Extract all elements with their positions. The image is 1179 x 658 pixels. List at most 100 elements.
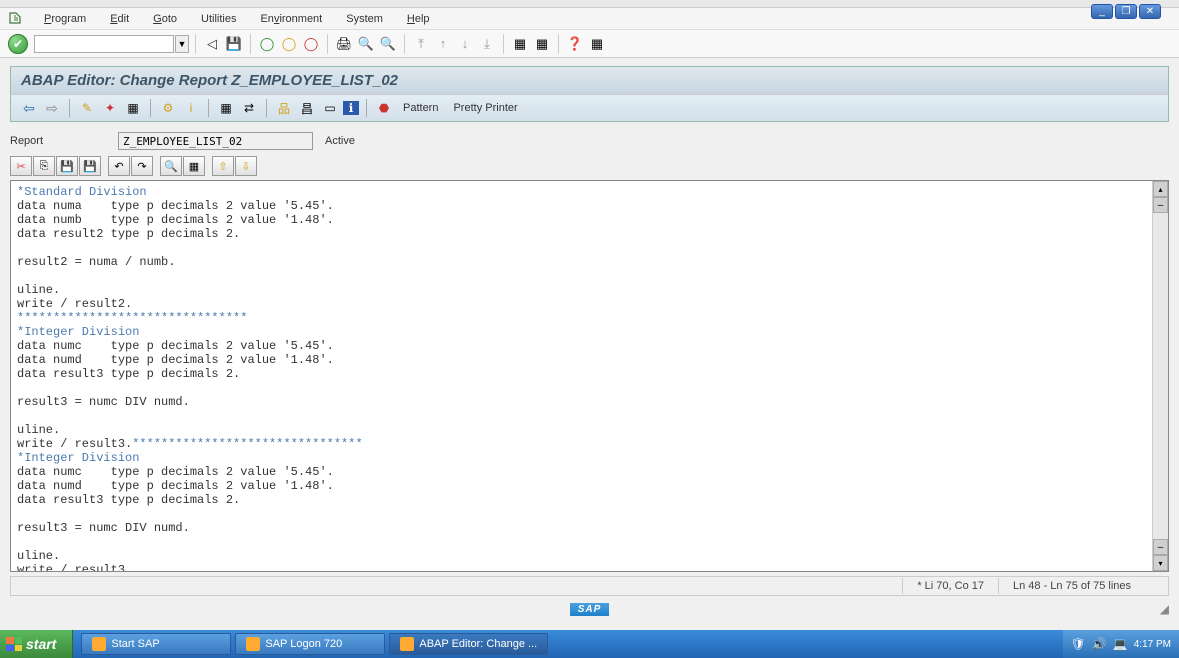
vertical-scrollbar[interactable]: ▴ – – ▾ — [1152, 181, 1168, 571]
code-editor[interactable]: *Standard Division data numa type p deci… — [10, 180, 1169, 572]
command-field[interactable] — [34, 35, 174, 53]
toolbar-separator — [195, 34, 196, 54]
copy-icon[interactable]: ⎘ — [33, 156, 55, 176]
main-toolbar: ✔ ▼ ◁ 💾 ◯ ◯ ◯ 🖨 🔍 🔍 ⤒ ↑ ↓ ⤓ ▦ ▦ ❓ ▦ — [0, 30, 1179, 58]
pattern-button[interactable]: Pattern — [397, 100, 444, 116]
toolbar-separator — [404, 34, 405, 54]
task-app-icon — [246, 637, 260, 651]
undo-icon[interactable]: ↶ — [108, 156, 130, 176]
toolbar-separator — [208, 99, 209, 117]
cut-icon[interactable]: ✂ — [10, 156, 32, 176]
next-page-icon[interactable]: ↓ — [455, 34, 475, 54]
redo-icon[interactable]: ↷ — [131, 156, 153, 176]
tray-sound-icon[interactable]: 🔊 — [1092, 637, 1107, 651]
task-app-icon — [400, 637, 414, 651]
toolbar-separator — [150, 99, 151, 117]
toolbar-separator — [266, 99, 267, 117]
task-label: SAP Logon 720 — [265, 638, 342, 650]
restore-button[interactable]: ❐ — [1115, 4, 1137, 19]
windows-taskbar: start Start SAP SAP Logon 720 ABAP Editor:… — [0, 630, 1179, 658]
toolbar-separator — [69, 99, 70, 117]
breakpoint-icon[interactable]: ⬣ — [374, 99, 394, 117]
enhance-icon[interactable]: ⇄ — [239, 99, 259, 117]
menu-program[interactable]: Program — [32, 11, 98, 27]
help-icon[interactable]: ❓ — [565, 34, 585, 54]
taskbar-item[interactable]: SAP Logon 720 — [235, 633, 385, 655]
resize-grip-icon[interactable]: ◢ — [1160, 602, 1169, 616]
scroll-track[interactable] — [1153, 213, 1168, 539]
exit-icon[interactable]: ◯ — [279, 34, 299, 54]
taskbar-item[interactable]: ABAP Editor: Change ... — [389, 633, 548, 655]
command-dropdown-icon[interactable]: ▼ — [175, 35, 189, 53]
nav-forward-icon[interactable]: ⇨ — [42, 99, 62, 117]
page-title: ABAP Editor: Change Report Z_EMPLOYEE_LI… — [21, 72, 1158, 89]
nav-back-icon[interactable]: ⇦ — [19, 99, 39, 117]
last-page-icon[interactable]: ⤓ — [477, 34, 497, 54]
report-row: Report Active — [10, 132, 1169, 150]
line-range: Ln 48 - Ln 75 of 75 lines — [998, 578, 1168, 594]
other-object-icon[interactable]: ▦ — [216, 99, 236, 117]
taskbar-item[interactable]: Start SAP — [81, 633, 231, 655]
find-next-icon[interactable]: 🔍 — [378, 34, 398, 54]
bookmark-icon[interactable]: ▦ — [183, 156, 205, 176]
pretty-printer-button[interactable]: Pretty Printer — [447, 100, 523, 116]
footer-bar: SAP ◢ — [10, 600, 1169, 618]
toolbar-separator — [327, 34, 328, 54]
window-icon[interactable]: ▭ — [320, 99, 340, 117]
report-label: Report — [10, 135, 110, 147]
menu-environment[interactable]: Environment — [248, 11, 334, 27]
scroll-stop-down-icon[interactable]: – — [1153, 539, 1168, 555]
menu-help[interactable]: Help — [395, 11, 442, 27]
back-green-icon[interactable]: ◯ — [257, 34, 277, 54]
first-page-icon[interactable]: ⤒ — [411, 34, 431, 54]
paste-icon[interactable]: 💾 — [56, 156, 78, 176]
screen-icon[interactable]: 昌 — [297, 99, 317, 117]
prev-page-icon[interactable]: ↑ — [433, 34, 453, 54]
menu-bar: Program Edit Goto Utilities Environment … — [0, 8, 1179, 30]
editor-toolbar: ✂ ⎘ 💾 💾 ↶ ↷ 🔍 ▦ ⇧ ⇩ — [10, 154, 1169, 178]
scroll-up-icon[interactable]: ▴ — [1153, 181, 1168, 197]
system-tray[interactable]: 🛡 🔊 💻 4:17 PM — [1063, 630, 1179, 658]
sap-logo: SAP — [570, 603, 610, 616]
hierarchy-icon[interactable]: 品 — [274, 99, 294, 117]
tray-network-icon[interactable]: 💻 — [1113, 637, 1128, 651]
windows-flag-icon — [6, 637, 22, 651]
clipboard-icon[interactable]: 💾 — [79, 156, 101, 176]
layout-icon[interactable]: ▦ — [587, 34, 607, 54]
task-app-icon — [92, 637, 106, 651]
start-button[interactable]: start — [0, 630, 73, 658]
print-icon[interactable]: 🖨 — [334, 34, 354, 54]
code-area[interactable]: *Standard Division data numa type p deci… — [11, 181, 1152, 571]
menu-goto[interactable]: Goto — [141, 11, 189, 27]
info-icon[interactable]: ℹ — [343, 101, 359, 115]
menu-edit[interactable]: Edit — [98, 11, 141, 27]
report-status: Active — [325, 135, 355, 147]
test-icon[interactable]: ▦ — [123, 99, 143, 117]
enter-button[interactable]: ✔ — [8, 34, 28, 54]
shortcut-icon[interactable]: ▦ — [532, 34, 552, 54]
check-icon[interactable]: ✎ — [77, 99, 97, 117]
menu-system[interactable]: System — [334, 11, 395, 27]
find-icon[interactable]: 🔍 — [160, 156, 182, 176]
upload-icon[interactable]: ⇧ — [212, 156, 234, 176]
save-icon[interactable]: 💾 — [224, 34, 244, 54]
index-icon[interactable]: i — [181, 99, 201, 117]
tray-clock[interactable]: 4:17 PM — [1134, 639, 1171, 650]
download-icon[interactable]: ⇩ — [235, 156, 257, 176]
scroll-down-icon[interactable]: ▾ — [1153, 555, 1168, 571]
scroll-stop-up-icon[interactable]: – — [1153, 197, 1168, 213]
task-label: Start SAP — [111, 638, 159, 650]
find-icon[interactable]: 🔍 — [356, 34, 376, 54]
menu-utilities[interactable]: Utilities — [189, 11, 248, 27]
toolbar-separator — [250, 34, 251, 54]
close-button[interactable]: ✕ — [1139, 4, 1161, 19]
cancel-icon[interactable]: ◯ — [301, 34, 321, 54]
new-session-icon[interactable]: ▦ — [510, 34, 530, 54]
report-name-input[interactable] — [118, 132, 313, 150]
tray-shield-icon[interactable]: 🛡 — [1071, 637, 1086, 651]
window-controls: _ ❐ ✕ — [1091, 4, 1161, 19]
where-used-icon[interactable]: ⚙ — [158, 99, 178, 117]
back-icon[interactable]: ◁ — [202, 34, 222, 54]
activate-icon[interactable]: ✦ — [100, 99, 120, 117]
minimize-button[interactable]: _ — [1091, 4, 1113, 19]
